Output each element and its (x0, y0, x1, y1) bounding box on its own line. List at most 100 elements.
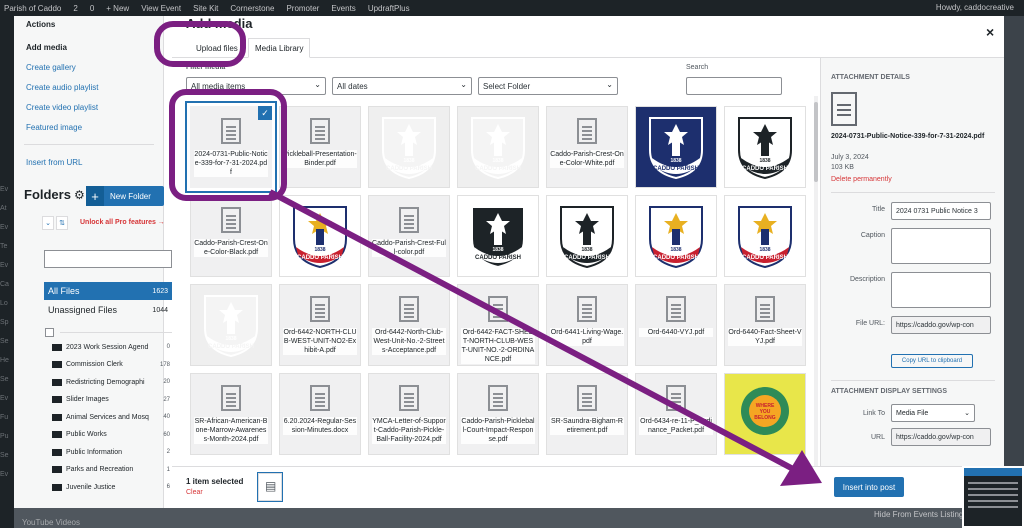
attachment-thumbnail[interactable]: CADDO PARISH 1838 (368, 106, 450, 188)
attachment-thumbnail[interactable]: Ord-6440-Fact-Sheet-VYJ.pdf (724, 284, 806, 366)
url-input[interactable]: https://caddo.gov/wp-con (891, 428, 991, 446)
filter-type-select[interactable]: All media items ⌄ (186, 77, 326, 95)
details-divider (831, 192, 995, 193)
menu-insert-from-url[interactable]: Insert from URL (26, 158, 82, 167)
copy-url-button[interactable]: Copy URL to clipboard (891, 354, 973, 368)
filter-folder-select[interactable]: Select Folder ⌄ (478, 77, 618, 95)
admin-bar-events[interactable]: Events (331, 4, 355, 13)
attachment-thumbnail[interactable]: CADDO PARISH 1838 (279, 195, 361, 277)
attachment-thumbnail[interactable]: CADDO PARISH 1838 (635, 106, 717, 188)
folder-tree-item[interactable]: Redistricting Demographi 20 (52, 375, 172, 389)
caddo-seal-icon: CADDO PARISH 1838 (382, 117, 436, 180)
menu-featured-image[interactable]: Featured image (26, 123, 82, 132)
folder-icon (52, 431, 62, 438)
svg-text:CADDO PARISH: CADDO PARISH (742, 255, 788, 261)
admin-bar-cornerstone[interactable]: Cornerstone (230, 4, 274, 13)
gear-icon[interactable]: ⚙ (74, 188, 85, 202)
attachment-filename: 2024-0731-Public-Notice-339-for-7-31-202… (831, 133, 985, 140)
svg-text:1838: 1838 (492, 247, 503, 253)
attachment-thumbnail[interactable]: Caddo-Parish-Crest-Full-color.pdf (368, 195, 450, 277)
selection-thumbnail[interactable]: ▤ (258, 473, 282, 501)
attachment-thumbnail[interactable]: YMCA-Letter-of-Support-Caddo-Parish-Pick… (368, 373, 450, 455)
select-all-checkbox[interactable] (45, 328, 54, 337)
attachment-thumbnail[interactable]: SR-Saundra-Bigham-Retirement.pdf (546, 373, 628, 455)
attachment-filename: Pickleball-Presentation-Binder.pdf (283, 150, 357, 168)
attachment-thumbnail[interactable]: Ord-6442-North-Club-West-Unit-No.-2-Stre… (368, 284, 450, 366)
caddo-seal-icon: CADDO PARISH 1838 (738, 117, 792, 180)
checkmark-icon[interactable]: ✓ (258, 106, 272, 120)
admin-bar-promoter[interactable]: Promoter (286, 4, 319, 13)
attachment-thumbnail[interactable]: SR-African-American-Bone-Marrow-Awarenes… (190, 373, 272, 455)
file-url-input[interactable]: https://caddo.gov/wp-con (891, 316, 991, 334)
grid-scrollbar[interactable] (814, 96, 818, 482)
attachment-thumbnail[interactable]: Ord-6440-VYJ.pdf (635, 284, 717, 366)
attachment-thumbnail[interactable]: 6.20.2024-Regular-Session-Minutes.docx (279, 373, 361, 455)
svg-text:CADDO PARISH: CADDO PARISH (653, 255, 699, 261)
scrollbar-thumb[interactable] (814, 102, 818, 182)
admin-bar-updraftplus[interactable]: UpdraftPlus (368, 4, 410, 13)
sort-icon[interactable]: ⇅ (56, 216, 68, 230)
attachment-thumbnail[interactable]: CADDO PARISH 1838 (546, 195, 628, 277)
folder-tree-item[interactable]: Slider Images 27 (52, 393, 172, 407)
admin-menu-label: Lo (0, 300, 8, 307)
attachment-thumbnail[interactable]: WHERE YOU BELONG (724, 373, 806, 455)
new-folder-button[interactable]: + New Folder (86, 186, 164, 206)
folder-tree-item[interactable]: Animal Services and Mosq 40 (52, 410, 172, 424)
admin-bar-new[interactable]: + New (106, 4, 129, 13)
attachment-thumbnail[interactable]: Caddo-Parish-Pickleball-Court-Impact-Res… (457, 373, 539, 455)
link-to-select[interactable]: Media File ⌄ (891, 404, 975, 422)
admin-bar-site-kit[interactable]: Site Kit (193, 4, 218, 13)
menu-create-gallery[interactable]: Create gallery (26, 63, 76, 72)
folder-all-files[interactable]: All Files 1623 (44, 282, 172, 300)
media-search-input[interactable] (686, 77, 782, 95)
admin-bar-comments[interactable]: 0 (90, 4, 94, 13)
folder-tree-item[interactable]: Parks and Recreation 1 (52, 463, 172, 477)
folder-count: 20 (163, 379, 170, 385)
folder-tree-item[interactable]: Juvenile Justice 6 (52, 480, 172, 494)
attachment-thumbnail[interactable]: CADDO PARISH 1838 (457, 106, 539, 188)
attachment-thumbnail[interactable]: Ord-6434-re-11-P_Ordinance_Packet.pdf (635, 373, 717, 455)
attachment-thumbnail[interactable]: Ord-6442-FACT-SHEET-NORTH-CLUB-WEST-UNIT… (457, 284, 539, 366)
menu-create-video-playlist[interactable]: Create video playlist (26, 103, 98, 112)
filter-date-select[interactable]: All dates ⌄ (332, 77, 472, 95)
folder-tree-item[interactable]: 2023 Work Session Agend 0 (52, 340, 172, 354)
tab-media-library[interactable]: Media Library (248, 38, 311, 58)
folder-count: 6 (166, 484, 170, 490)
attachment-thumbnail[interactable]: Caddo-Parish-Crest-One-Color-Black.pdf (190, 195, 272, 277)
attachment-thumbnail[interactable]: CADDO PARISH 1838 (457, 195, 539, 277)
title-input[interactable]: 2024 0731 Public Notice 3 (891, 202, 991, 220)
folder-unassigned[interactable]: Unassigned Files 1044 (44, 301, 172, 319)
attachment-thumbnail[interactable]: Ord-6442-NORTH-CLUB-WEST-UNIT-NO2-Exhibi… (279, 284, 361, 366)
menu-add-media[interactable]: Add media (26, 43, 67, 52)
folder-tree-item[interactable]: Public Works 60 (52, 428, 172, 442)
folder-search-input[interactable] (44, 250, 172, 268)
attachment-thumbnail[interactable]: CADDO PARISH 1838 (190, 284, 272, 366)
unlock-pro-link[interactable]: Unlock all Pro features → (80, 219, 165, 226)
attachment-thumbnail[interactable]: 2024-0731-Public-Notice-339-for-7-31-202… (190, 106, 272, 188)
admin-bar-site[interactable]: Parish of Caddo (4, 4, 61, 13)
admin-menu-label: Te (0, 243, 8, 250)
attachment-thumbnail[interactable]: Pickleball-Presentation-Binder.pdf (279, 106, 361, 188)
caption-textarea[interactable] (891, 228, 991, 264)
menu-create-audio-playlist[interactable]: Create audio playlist (26, 83, 98, 92)
collapse-icon[interactable]: ⌄ (42, 216, 54, 230)
attachment-thumbnail[interactable]: CADDO PARISH 1838 (724, 195, 806, 277)
media-router: Upload files Media Library (172, 36, 1004, 58)
folder-tree-item[interactable]: Commission Clerk 178 (52, 358, 172, 372)
insert-into-post-button[interactable]: Insert into post (834, 477, 904, 497)
caddo-seal-icon: CADDO PARISH 1838 (560, 206, 614, 269)
svg-text:1838: 1838 (759, 247, 770, 253)
attachment-thumbnail[interactable]: Caddo-Parish-Crest-One-Color-White.pdf (546, 106, 628, 188)
admin-bar-howdy[interactable]: Howdy, caddocreative (936, 3, 1014, 12)
clear-selection-link[interactable]: Clear (186, 489, 203, 496)
tab-upload-files[interactable]: Upload files (190, 38, 244, 58)
attachment-thumbnail[interactable]: Ord-6441-Living-Wage.pdf (546, 284, 628, 366)
description-textarea[interactable] (891, 272, 991, 308)
folder-tree-item[interactable]: Public Information 2 (52, 445, 172, 459)
delete-permanently-link[interactable]: Delete permanently (831, 176, 892, 183)
admin-bar-view-event[interactable]: View Event (141, 4, 181, 13)
attachment-thumbnail[interactable]: CADDO PARISH 1838 (724, 106, 806, 188)
svg-text:CADDO PARISH: CADDO PARISH (475, 255, 521, 261)
admin-bar-updates[interactable]: 2 (73, 4, 77, 13)
attachment-thumbnail[interactable]: CADDO PARISH 1838 (635, 195, 717, 277)
